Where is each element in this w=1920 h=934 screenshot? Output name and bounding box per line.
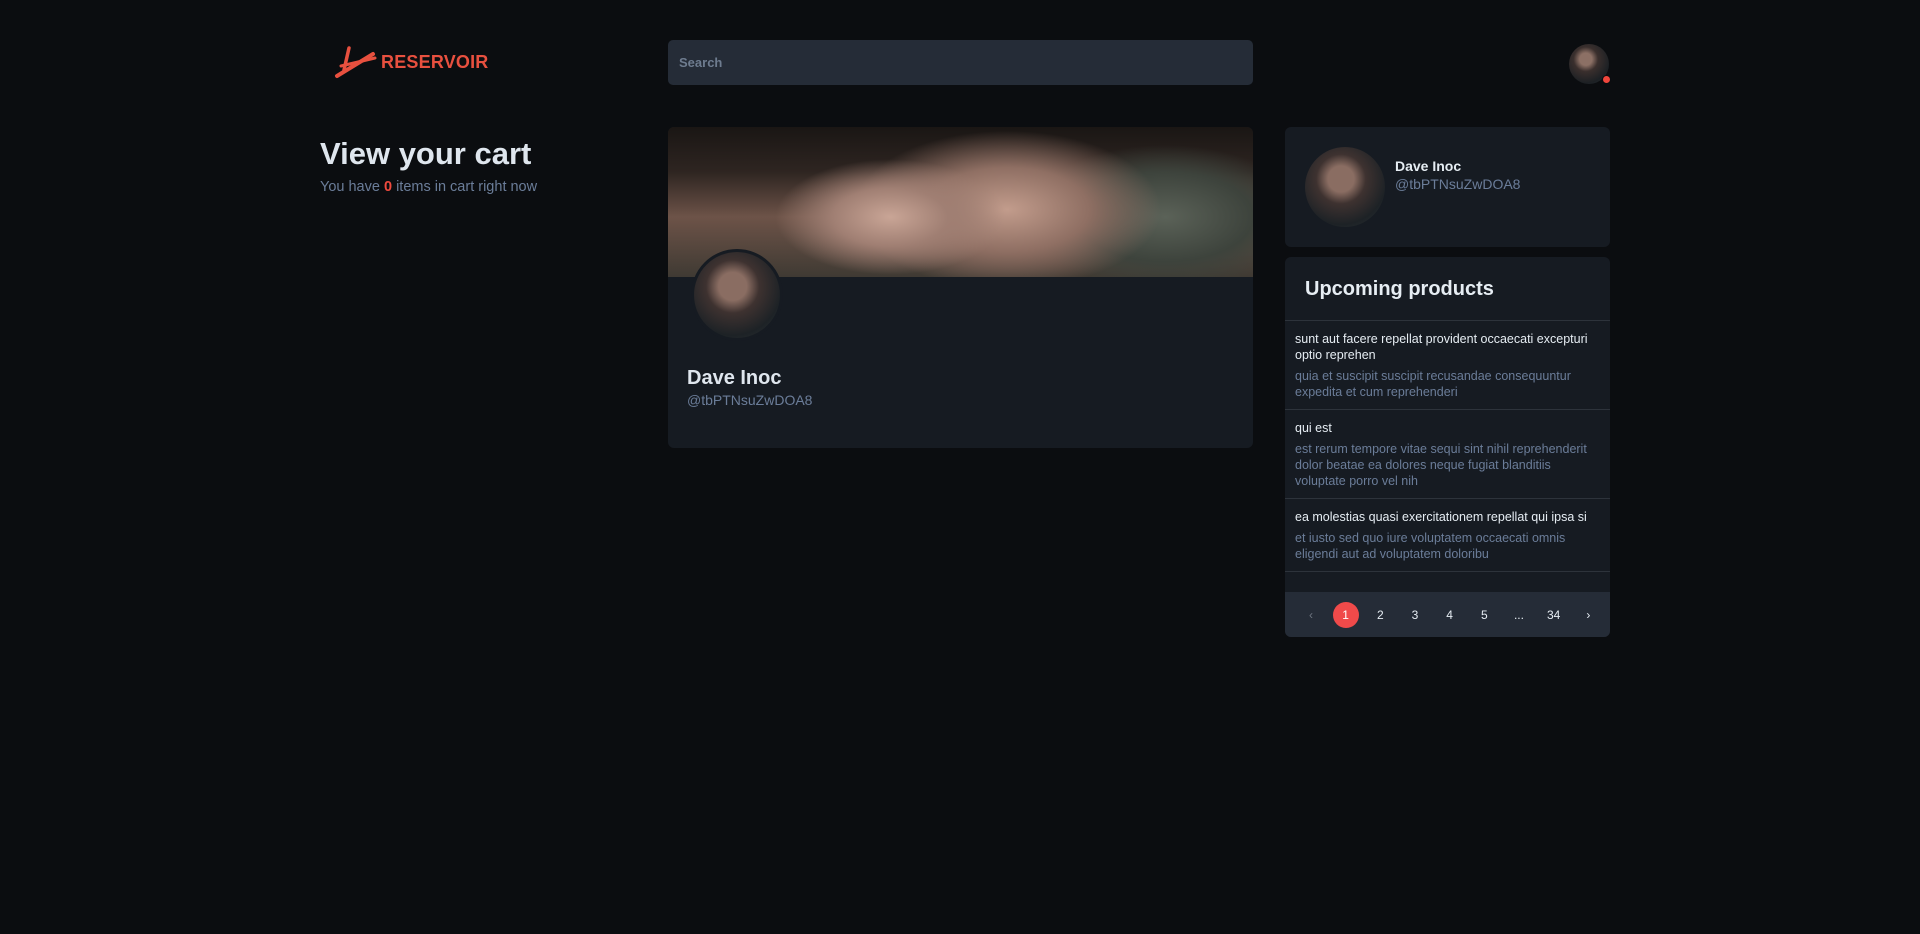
search-input[interactable] xyxy=(679,55,1242,70)
product-title: ea molestias quasi exercitationem repell… xyxy=(1295,510,1587,524)
product-description: est rerum tempore vitae sequi sint nihil… xyxy=(1295,442,1587,488)
cart-summary-prefix: You have xyxy=(320,179,384,195)
profile-name: Dave Inoc xyxy=(687,367,782,389)
sidebar-profile-name: Dave Inoc xyxy=(1395,158,1462,174)
search-bar[interactable] xyxy=(668,40,1253,85)
pagination-next-button[interactable]: › xyxy=(1575,602,1601,628)
brand-name: RESERVOIR xyxy=(381,51,489,72)
pagination-page-2[interactable]: 2 xyxy=(1367,602,1393,628)
product-item[interactable]: sunt aut facere repellat provident occae… xyxy=(1285,321,1610,410)
cart-count: 0 xyxy=(383,179,393,195)
pagination-ellipsis[interactable]: ... xyxy=(1506,602,1532,628)
pagination: ‹ 1 2 3 4 5 ... 34 › xyxy=(1285,592,1610,637)
product-title: qui est xyxy=(1295,421,1332,435)
pagination-page-4[interactable]: 4 xyxy=(1437,602,1463,628)
product-item[interactable]: qui est est rerum tempore vitae sequi si… xyxy=(1285,410,1610,499)
user-avatar-button[interactable] xyxy=(1569,44,1611,84)
brand-logo[interactable]: RESERVOIR xyxy=(333,44,489,80)
reservoir-logo-icon xyxy=(335,46,377,78)
online-status-dot xyxy=(1602,75,1611,84)
product-description: quia et suscipit suscipit recusandae con… xyxy=(1295,369,1571,399)
pagination-prev-button[interactable]: ‹ xyxy=(1298,602,1324,628)
upcoming-products-panel: Upcoming products sunt aut facere repell… xyxy=(1285,257,1610,637)
product-item[interactable]: ea molestias quasi exercitationem repell… xyxy=(1285,499,1610,572)
page-title: View your cart xyxy=(320,136,532,171)
profile-card: Dave Inoc @tbPTNsuZwDOA8 xyxy=(668,127,1253,448)
sidebar-avatar xyxy=(1305,147,1385,227)
pagination-page-5[interactable]: 5 xyxy=(1471,602,1497,628)
upcoming-products-title: Upcoming products xyxy=(1285,257,1610,321)
product-description: et iusto sed quo iure voluptatem occaeca… xyxy=(1295,531,1566,561)
pagination-page-3[interactable]: 3 xyxy=(1402,602,1428,628)
profile-handle: @tbPTNsuZwDOA8 xyxy=(687,392,813,408)
sidebar-profile-card[interactable]: Dave Inoc @tbPTNsuZwDOA8 xyxy=(1285,127,1610,247)
cart-summary: You have 0 items in cart right now xyxy=(320,179,537,195)
cart-summary-suffix: items in cart right now xyxy=(392,179,538,195)
pagination-page-34[interactable]: 34 xyxy=(1541,602,1567,628)
product-title: sunt aut facere repellat provident occae… xyxy=(1295,332,1588,362)
profile-avatar xyxy=(691,249,783,341)
pagination-page-1[interactable]: 1 xyxy=(1332,601,1359,628)
sidebar-profile-handle: @tbPTNsuZwDOA8 xyxy=(1395,176,1521,192)
